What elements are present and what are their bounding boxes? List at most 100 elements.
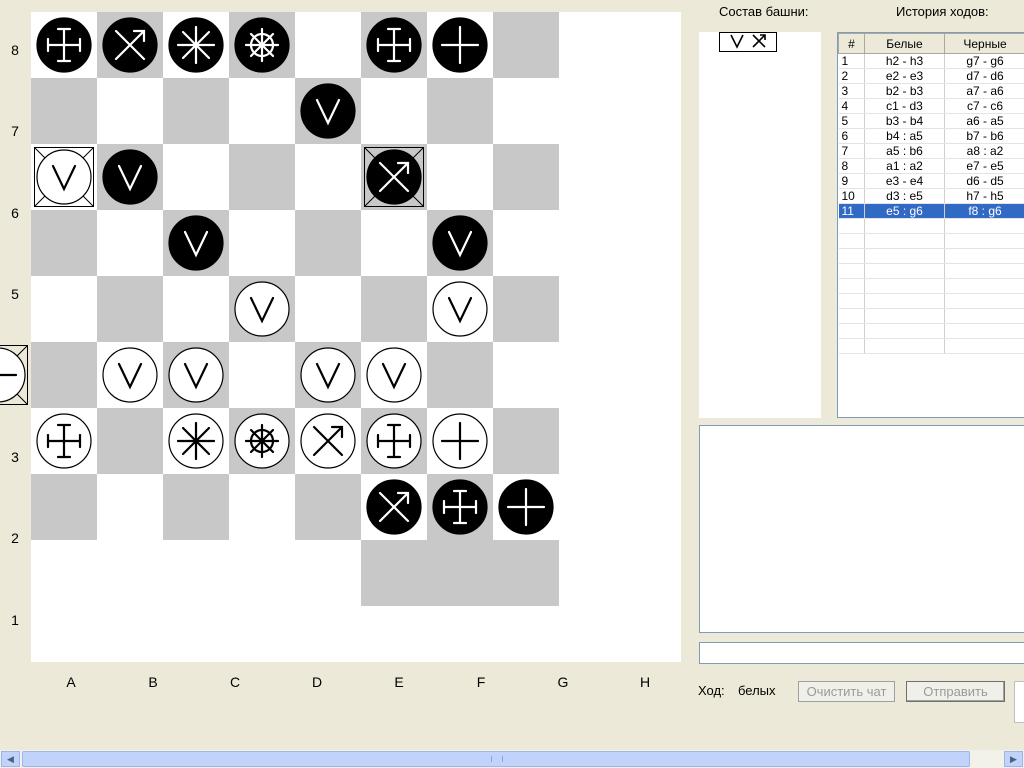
- history-row[interactable]: 3 b2 - b3 a7 - a6: [838, 83, 1024, 99]
- white-piece[interactable]: [361, 408, 427, 474]
- board-square[interactable]: [427, 144, 493, 210]
- board-square[interactable]: [493, 276, 559, 342]
- board-square[interactable]: [97, 408, 163, 474]
- history-row[interactable]: 5 b3 - b4 a6 - a5: [838, 113, 1024, 129]
- board-square[interactable]: [361, 276, 427, 342]
- black-piece[interactable]: [361, 474, 427, 540]
- board-square[interactable]: [493, 78, 559, 144]
- history-row[interactable]: 1 h2 - h3 g7 - g6: [838, 53, 1024, 69]
- black-piece[interactable]: [427, 474, 493, 540]
- board-square[interactable]: [361, 78, 427, 144]
- black-piece[interactable]: [295, 78, 361, 144]
- board-square[interactable]: [493, 540, 559, 606]
- black-piece[interactable]: [97, 12, 163, 78]
- board-square[interactable]: [97, 210, 163, 276]
- board-square[interactable]: [163, 276, 229, 342]
- history-row[interactable]: 6 b4 : a5 b7 - b6: [838, 128, 1024, 144]
- history-row-empty: [838, 323, 1024, 339]
- black-piece[interactable]: [163, 210, 229, 276]
- board-square[interactable]: [229, 144, 295, 210]
- board-square[interactable]: [493, 342, 559, 408]
- history-column-header[interactable]: Черные: [944, 33, 1024, 54]
- move-history-table[interactable]: # Белые Черные 1 h2 - h3 g7 - g6 2 e2 - e3 d7 -…: [837, 32, 1024, 418]
- black-piece[interactable]: [31, 12, 97, 78]
- file-label: B: [148, 674, 158, 690]
- board-square[interactable]: [31, 78, 97, 144]
- history-row[interactable]: 11 e5 : g6 f8 : g6: [838, 203, 1024, 219]
- board-square[interactable]: [31, 474, 97, 540]
- black-piece[interactable]: [163, 12, 229, 78]
- board-square[interactable]: [229, 78, 295, 144]
- history-column-header[interactable]: Белые: [864, 33, 945, 54]
- white-piece[interactable]: [0, 342, 31, 408]
- white-piece[interactable]: [163, 342, 229, 408]
- board-square[interactable]: [427, 78, 493, 144]
- board-square[interactable]: [361, 540, 427, 606]
- game-board[interactable]: [0, 12, 681, 662]
- board-square[interactable]: [97, 78, 163, 144]
- white-piece[interactable]: [229, 408, 295, 474]
- board-square[interactable]: [31, 342, 97, 408]
- clear-chat-button[interactable]: Очистить чат: [798, 681, 895, 702]
- chat-message-input[interactable]: [699, 642, 1024, 664]
- board-square[interactable]: [295, 144, 361, 210]
- board-square[interactable]: [31, 276, 97, 342]
- white-piece[interactable]: [295, 342, 361, 408]
- board-square[interactable]: [97, 474, 163, 540]
- history-row[interactable]: 10 d3 : e5 h7 - h5: [838, 188, 1024, 204]
- board-square[interactable]: [163, 474, 229, 540]
- history-column-header[interactable]: #: [838, 33, 865, 54]
- white-piece[interactable]: [427, 408, 493, 474]
- white-piece[interactable]: [361, 342, 427, 408]
- black-piece[interactable]: [229, 12, 295, 78]
- white-piece[interactable]: [427, 276, 493, 342]
- board-square[interactable]: [361, 210, 427, 276]
- history-cell: [944, 278, 1024, 294]
- history-row[interactable]: 4 c1 - d3 c7 - c6: [838, 98, 1024, 114]
- white-piece[interactable]: [229, 276, 295, 342]
- board-square[interactable]: [295, 276, 361, 342]
- board-square[interactable]: [493, 210, 559, 276]
- board-square[interactable]: [427, 342, 493, 408]
- file-label: A: [66, 674, 76, 690]
- board-square[interactable]: [229, 342, 295, 408]
- board-square[interactable]: [229, 474, 295, 540]
- send-button[interactable]: Отправить: [906, 681, 1005, 702]
- chat-log[interactable]: [699, 425, 1024, 633]
- board-square[interactable]: [163, 78, 229, 144]
- board-square[interactable]: [31, 210, 97, 276]
- history-row-empty: [838, 338, 1024, 354]
- white-piece[interactable]: [31, 408, 97, 474]
- move-history-title: История ходов:: [896, 4, 989, 19]
- board-square[interactable]: [163, 144, 229, 210]
- scrollbar-thumb[interactable]: [22, 751, 970, 767]
- history-cell: d6 - d5: [944, 173, 1024, 189]
- horizontal-scrollbar[interactable]: ◀ ▶: [0, 750, 1024, 768]
- board-square[interactable]: [493, 144, 559, 210]
- board-square[interactable]: [427, 540, 493, 606]
- history-row[interactable]: 2 e2 - e3 d7 - d6: [838, 68, 1024, 84]
- board-square[interactable]: [295, 210, 361, 276]
- board-square[interactable]: [229, 210, 295, 276]
- history-row[interactable]: 9 e3 - e4 d6 - d5: [838, 173, 1024, 189]
- black-piece[interactable]: [361, 144, 427, 210]
- history-row[interactable]: 8 a1 : a2 e7 - e5: [838, 158, 1024, 174]
- history-cell: [838, 323, 865, 339]
- black-piece[interactable]: [427, 210, 493, 276]
- board-square[interactable]: [295, 474, 361, 540]
- history-row[interactable]: 7 a5 : b6 a8 : a2: [838, 143, 1024, 159]
- black-piece[interactable]: [97, 144, 163, 210]
- white-piece[interactable]: [295, 408, 361, 474]
- white-piece[interactable]: [97, 342, 163, 408]
- scroll-left-button[interactable]: ◀: [1, 751, 20, 767]
- black-piece[interactable]: [493, 474, 559, 540]
- black-piece[interactable]: [361, 12, 427, 78]
- board-square[interactable]: [97, 276, 163, 342]
- board-square[interactable]: [295, 12, 361, 78]
- black-piece[interactable]: [427, 12, 493, 78]
- board-square[interactable]: [493, 408, 559, 474]
- white-piece[interactable]: [163, 408, 229, 474]
- scroll-right-button[interactable]: ▶: [1004, 751, 1023, 767]
- white-piece[interactable]: [31, 144, 97, 210]
- board-square[interactable]: [493, 12, 559, 78]
